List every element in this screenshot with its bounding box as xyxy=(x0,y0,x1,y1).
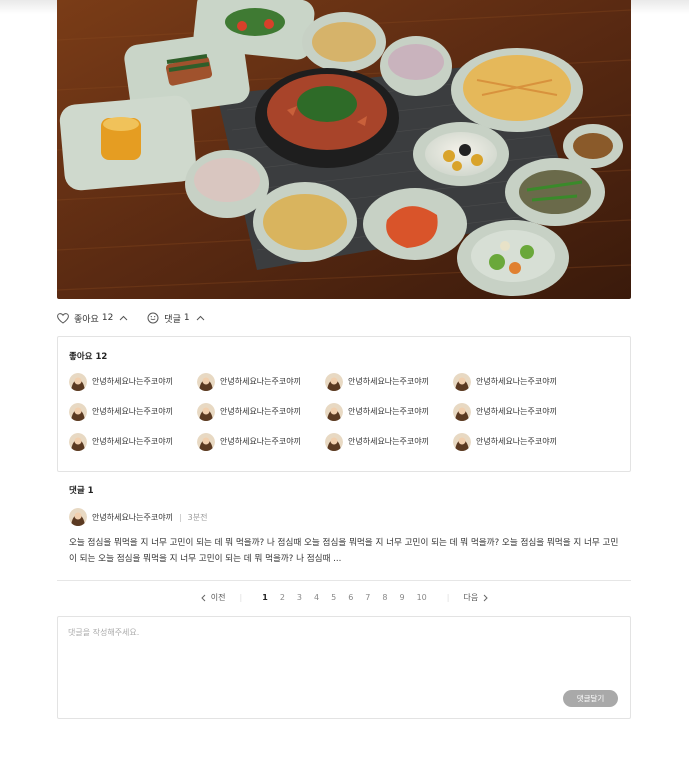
liker-name: 안녕하세요나는주코야끼 xyxy=(92,407,173,416)
prev-label: 이전 xyxy=(210,593,226,602)
likes-panel: 좋아요 12 안녕하세요나는주코야끼 안녕하세요나는주코야끼 안녕하세요나는주코야끼 안… xyxy=(57,336,631,472)
liker-item[interactable]: 안녕하세요나는주코야끼 xyxy=(197,432,325,451)
section-divider xyxy=(57,580,631,581)
page-numbers: 1 2 3 4 5 6 7 8 9 10 xyxy=(256,593,433,602)
avatar xyxy=(69,402,87,421)
liker-name: 안녕하세요나는주코야끼 xyxy=(348,437,429,446)
comment-text: 오늘 점심을 뭐먹을 지 너무 고민이 되는 데 뭐 먹을까? 나 점심때 오늘… xyxy=(69,538,619,564)
chevron-left-icon xyxy=(201,594,206,601)
smile-bubble-icon xyxy=(147,312,159,324)
post-actions: 좋아요 12 댓글 1 xyxy=(57,310,224,326)
chevron-up-icon[interactable] xyxy=(119,315,128,321)
chevron-up-icon[interactable] xyxy=(196,315,205,321)
page-number[interactable]: 10 xyxy=(417,593,427,602)
page-number[interactable]: 1 xyxy=(262,593,268,602)
like-count: 12 xyxy=(101,313,114,323)
avatar xyxy=(453,372,471,391)
liker-name: 안녕하세요나는주코야끼 xyxy=(476,437,557,446)
liker-item[interactable]: 안녕하세요나는주코야끼 xyxy=(453,372,581,391)
comments-title-label: 댓글 xyxy=(69,486,85,496)
page-number[interactable]: 3 xyxy=(297,593,302,602)
avatar xyxy=(197,402,215,421)
liker-item[interactable]: 안녕하세요나는주코야끼 xyxy=(325,432,453,451)
likes-title-count: 12 xyxy=(95,352,108,362)
liker-item[interactable]: 안녕하세요나는주코야끼 xyxy=(453,402,581,421)
comment-header: 안녕하세요나는주코야끼 | 3분전 xyxy=(69,508,621,526)
liker-name: 안녕하세요나는주코야끼 xyxy=(348,377,429,386)
liker-name: 안녕하세요나는주코야끼 xyxy=(92,437,173,446)
avatar xyxy=(69,372,87,391)
like-toggle[interactable]: 좋아요 12 xyxy=(57,312,133,325)
prev-page-button[interactable]: 이전 xyxy=(200,592,226,603)
liker-name: 안녕하세요나는주코야끼 xyxy=(220,437,301,446)
heart-outline-icon xyxy=(57,312,69,324)
avatar xyxy=(325,402,343,421)
pagination: 이전 | 1 2 3 4 5 6 7 8 9 10 | 다음 xyxy=(0,592,689,603)
avatar xyxy=(69,432,87,451)
page-number[interactable]: 7 xyxy=(365,593,370,602)
avatar xyxy=(325,372,343,391)
liker-name: 안녕하세요나는주코야끼 xyxy=(476,407,557,416)
liker-name: 안녕하세요나는주코야끼 xyxy=(476,377,557,386)
page-number[interactable]: 8 xyxy=(382,593,387,602)
page-number[interactable]: 4 xyxy=(314,593,319,602)
avatar xyxy=(325,432,343,451)
comments-section: 댓글 1 안녕하세요나는주코야끼 | 3분전 오늘 점심을 뭐먹을 지 너무 고민… xyxy=(69,484,621,567)
comment-input[interactable] xyxy=(68,627,618,687)
liker-item[interactable]: 안녕하세요나는주코야끼 xyxy=(69,432,197,451)
submit-comment-button[interactable]: 댓글달기 xyxy=(563,690,618,707)
avatar xyxy=(197,372,215,391)
comment-toggle[interactable]: 댓글 1 xyxy=(147,312,209,325)
comments-title: 댓글 1 xyxy=(69,484,621,496)
liker-item[interactable]: 안녕하세요나는주코야끼 xyxy=(197,372,325,391)
avatar xyxy=(453,402,471,421)
page-number[interactable]: 6 xyxy=(348,593,353,602)
pager-divider: | xyxy=(239,593,243,602)
divider: | xyxy=(178,512,182,522)
comment-label: 댓글 xyxy=(164,314,181,325)
page-number[interactable]: 9 xyxy=(399,593,404,602)
avatar[interactable] xyxy=(69,508,87,526)
comment-author[interactable]: 안녕하세요나는주코야끼 xyxy=(92,512,173,523)
like-label: 좋아요 xyxy=(74,314,99,325)
comment-time: 3분전 xyxy=(187,512,208,522)
page-number[interactable]: 5 xyxy=(331,593,336,602)
post-image xyxy=(57,0,631,299)
liker-item[interactable]: 안녕하세요나는주코야끼 xyxy=(453,432,581,451)
pager-divider: | xyxy=(446,593,450,602)
likes-title-label: 좋아요 xyxy=(69,352,93,362)
liker-item[interactable]: 안녕하세요나는주코야끼 xyxy=(69,402,197,421)
liker-name: 안녕하세요나는주코야끼 xyxy=(220,377,301,386)
comment-form: 댓글달기 xyxy=(57,616,631,719)
comments-title-count: 1 xyxy=(87,486,94,496)
liker-item[interactable]: 안녕하세요나는주코야끼 xyxy=(325,372,453,391)
chevron-right-icon xyxy=(483,594,488,601)
page-number[interactable]: 2 xyxy=(280,593,285,602)
liker-item[interactable]: 안녕하세요나는주코야끼 xyxy=(325,402,453,421)
liker-item[interactable]: 안녕하세요나는주코야끼 xyxy=(197,402,325,421)
next-label: 다음 xyxy=(463,593,479,602)
liker-name: 안녕하세요나는주코야끼 xyxy=(92,377,173,386)
liker-name: 안녕하세요나는주코야끼 xyxy=(220,407,301,416)
avatar xyxy=(197,432,215,451)
avatar xyxy=(453,432,471,451)
likes-title: 좋아요 12 xyxy=(69,350,107,362)
liker-name: 안녕하세요나는주코야끼 xyxy=(348,407,429,416)
next-page-button[interactable]: 다음 xyxy=(463,592,489,603)
likes-user-grid: 안녕하세요나는주코야끼 안녕하세요나는주코야끼 안녕하세요나는주코야끼 안녕하세요나는… xyxy=(69,372,621,462)
liker-item[interactable]: 안녕하세요나는주코야끼 xyxy=(69,372,197,391)
comment-count: 1 xyxy=(183,313,190,323)
